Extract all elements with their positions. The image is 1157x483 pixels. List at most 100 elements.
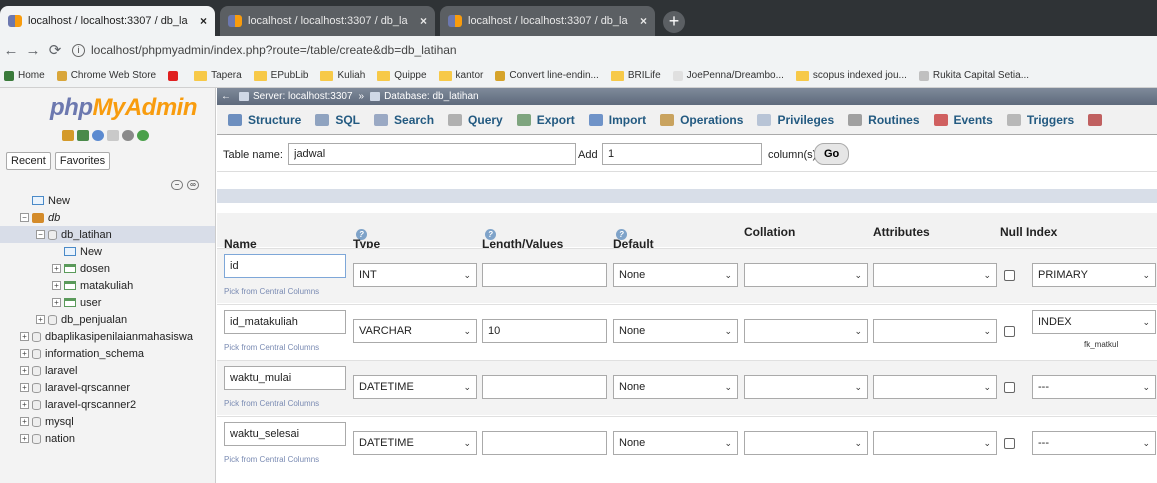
tree-item[interactable]: + dbaplikasipenilaianmahasiswa <box>0 328 215 345</box>
collation-select[interactable]: ⌄ <box>744 319 868 343</box>
tree-item[interactable]: + db_penjualan <box>0 311 215 328</box>
reload-navigation-icon[interactable] <box>137 130 149 141</box>
length-values-input[interactable] <box>482 319 607 343</box>
attributes-select[interactable]: ⌄ <box>873 263 997 287</box>
default-select[interactable]: None ⌄ <box>613 263 738 287</box>
length-values-input[interactable] <box>482 375 607 399</box>
tree-item[interactable]: + user <box>0 294 215 311</box>
tab-triggers[interactable]: Triggers <box>1000 113 1081 127</box>
bookmark-item[interactable]: scopus indexed jou... <box>795 70 907 81</box>
forward-arrow-icon[interactable]: → <box>22 42 44 59</box>
null-checkbox[interactable] <box>1004 438 1015 449</box>
link-with-main-icon[interactable]: ∞ <box>187 180 199 190</box>
bookmark-item[interactable] <box>168 70 182 81</box>
go-button[interactable]: Go <box>814 143 850 165</box>
close-tab-icon[interactable]: × <box>420 14 427 28</box>
tab-privileges[interactable]: Privileges <box>750 113 841 127</box>
expand-icon[interactable]: + <box>20 417 29 426</box>
tab-structure[interactable]: Structure <box>221 113 308 127</box>
expand-icon[interactable]: + <box>20 434 29 443</box>
expand-icon[interactable]: + <box>36 315 45 324</box>
tree-item[interactable]: + laravel-qrscanner <box>0 379 215 396</box>
tab-import[interactable]: Import <box>582 113 653 127</box>
phpmyadmin-logo[interactable]: phpMyAdmin <box>50 94 197 122</box>
settings-icon[interactable] <box>122 130 134 141</box>
bookmark-item[interactable]: BRILife <box>610 70 661 81</box>
default-select[interactable]: None ⌄ <box>613 375 738 399</box>
breadcrumb-server[interactable]: Server: localhost:3307 <box>253 91 353 102</box>
new-tab-button[interactable]: + <box>663 11 685 33</box>
tab-events[interactable]: Events <box>927 113 1000 127</box>
collation-select[interactable]: ⌄ <box>744 263 868 287</box>
type-select[interactable]: DATETIME ⌄ <box>353 431 477 455</box>
expand-icon[interactable]: + <box>52 264 61 273</box>
expand-icon[interactable]: + <box>52 298 61 307</box>
tab-search[interactable]: Search <box>367 113 441 127</box>
length-values-input[interactable] <box>482 431 607 455</box>
pick-from-central-columns-link[interactable]: Pick from Central Columns <box>224 399 319 408</box>
bookmark-item[interactable]: JoePenna/Dreambo... <box>672 70 784 81</box>
table-name-input[interactable] <box>288 143 576 165</box>
tab-export[interactable]: Export <box>510 113 582 127</box>
default-select[interactable]: None ⌄ <box>613 319 738 343</box>
tab-query[interactable]: Query <box>441 113 510 127</box>
breadcrumb-database[interactable]: Database: db_latihan <box>384 91 479 102</box>
bookmark-item[interactable]: Home <box>4 70 45 81</box>
pick-from-central-columns-link[interactable]: Pick from Central Columns <box>224 287 319 296</box>
browser-tab[interactable]: localhost / localhost:3307 / db_la × <box>0 6 215 36</box>
null-checkbox[interactable] <box>1004 326 1015 337</box>
tree-item[interactable]: − db <box>0 209 215 226</box>
type-select[interactable]: INT ⌄ <box>353 263 477 287</box>
expand-icon[interactable]: + <box>20 349 29 358</box>
back-arrow-icon[interactable]: ← <box>221 91 231 102</box>
bookmark-item[interactable]: Convert line-endin... <box>495 70 599 81</box>
home-icon[interactable] <box>62 130 74 141</box>
attributes-select[interactable]: ⌄ <box>873 319 997 343</box>
column-name-input[interactable] <box>224 422 346 446</box>
tab-more[interactable] <box>1081 113 1115 126</box>
index-select[interactable]: --- ⌄ <box>1032 431 1156 455</box>
collation-select[interactable]: ⌄ <box>744 375 868 399</box>
bookmark-item[interactable]: Quippe <box>377 70 427 81</box>
length-values-input[interactable] <box>482 263 607 287</box>
pick-from-central-columns-link[interactable]: Pick from Central Columns <box>224 455 319 464</box>
attributes-select[interactable]: ⌄ <box>873 431 997 455</box>
expand-icon[interactable]: − <box>36 230 45 239</box>
tab-operations[interactable]: Operations <box>653 113 750 127</box>
column-name-input[interactable] <box>224 254 346 278</box>
attributes-select[interactable]: ⌄ <box>873 375 997 399</box>
tab-routines[interactable]: Routines <box>841 113 926 127</box>
bookmark-item[interactable]: kantor <box>438 70 483 81</box>
back-arrow-icon[interactable]: ← <box>0 42 22 59</box>
expand-icon[interactable]: + <box>20 383 29 392</box>
collapse-icon[interactable]: − <box>20 213 29 222</box>
pick-from-central-columns-link[interactable]: Pick from Central Columns <box>224 343 319 352</box>
default-select[interactable]: None ⌄ <box>613 431 738 455</box>
bookmark-item[interactable]: Kuliah <box>320 70 365 81</box>
favorites-tab[interactable]: Favorites <box>54 152 111 170</box>
site-info-icon[interactable]: i <box>72 43 85 57</box>
help-icon[interactable] <box>92 130 104 141</box>
tree-item[interactable]: + mysql <box>0 413 215 430</box>
tree-item[interactable]: + laravel-qrscanner2 <box>0 396 215 413</box>
browser-tab[interactable]: localhost / localhost:3307 / db_la × <box>440 6 655 36</box>
expand-icon[interactable]: + <box>20 332 29 341</box>
expand-icon[interactable]: + <box>52 281 61 290</box>
expand-icon[interactable]: + <box>20 366 29 375</box>
tab-sql[interactable]: SQL <box>308 113 367 127</box>
index-select[interactable]: --- ⌄ <box>1032 375 1156 399</box>
bookmark-item[interactable]: EPubLib <box>253 70 308 81</box>
recent-tab[interactable]: Recent <box>6 152 51 170</box>
index-select[interactable]: PRIMARY ⌄ <box>1032 263 1156 287</box>
bookmark-item[interactable]: Tapera <box>194 70 242 81</box>
bookmark-item[interactable]: Rukita Capital Setia... <box>918 70 1029 81</box>
column-name-input[interactable] <box>224 310 346 334</box>
browser-tab[interactable]: localhost / localhost:3307 / db_la × <box>220 6 435 36</box>
tree-item[interactable]: + nation <box>0 430 215 447</box>
collapse-all-icon[interactable]: − <box>171 180 183 190</box>
tree-item[interactable]: + dosen <box>0 260 215 277</box>
null-checkbox[interactable] <box>1004 270 1015 281</box>
add-columns-input[interactable] <box>602 143 762 165</box>
reload-icon[interactable]: ⟳ <box>44 41 66 59</box>
index-select[interactable]: INDEX ⌄ <box>1032 310 1156 334</box>
